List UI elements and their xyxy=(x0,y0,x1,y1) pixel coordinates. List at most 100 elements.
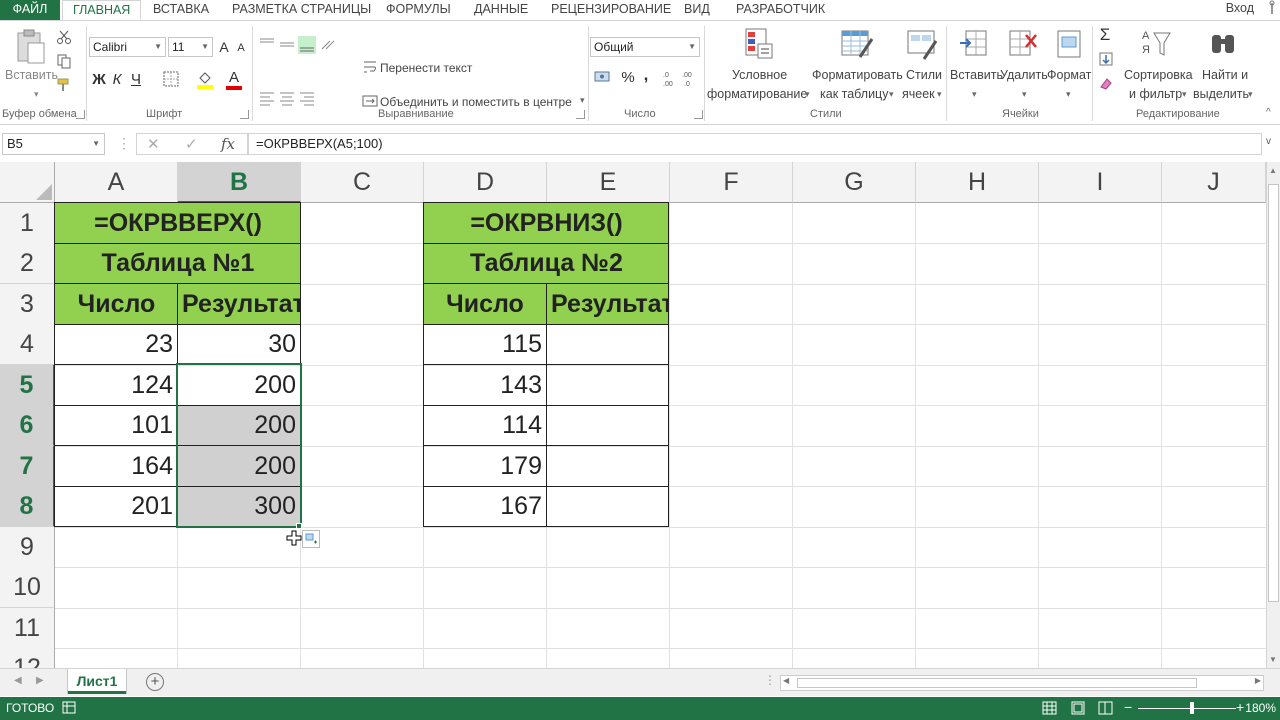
comma-button[interactable]: , xyxy=(640,65,652,85)
table2-number-cell[interactable]: 115 xyxy=(424,324,546,365)
column-header-a[interactable]: A xyxy=(55,162,178,203)
zoom-level[interactable]: 180% xyxy=(1245,701,1276,715)
autosum-icon[interactable]: Σ xyxy=(1097,25,1113,45)
conditional-format-icon[interactable] xyxy=(744,27,774,61)
font-name-combo[interactable]: Calibri ▼ xyxy=(89,37,166,57)
add-sheet-button[interactable]: + xyxy=(146,673,164,691)
font-color-button[interactable]: A xyxy=(226,67,242,87)
wrap-text-button[interactable]: Перенести текст xyxy=(380,61,472,75)
cell-styles-icon[interactable] xyxy=(906,27,938,61)
sort-filter-icon[interactable]: A Я xyxy=(1140,27,1172,61)
sheet-tab-list1[interactable]: Лист1 xyxy=(68,669,126,694)
table2-result-cell[interactable] xyxy=(547,405,669,446)
format-cells-button[interactable]: Формат xyxy=(1047,68,1091,82)
vertical-scroll-thumb[interactable] xyxy=(1268,184,1279,602)
tab-home[interactable]: ГЛАВНАЯ xyxy=(62,0,142,20)
tab-scroll-right-icon[interactable]: ▶ xyxy=(36,675,44,686)
paste-label[interactable]: Вставить xyxy=(5,68,58,82)
tab-developer[interactable]: РАЗРАБОТЧИК xyxy=(726,0,835,20)
accounting-format-icon[interactable] xyxy=(594,69,612,85)
conditional-format-line1[interactable]: Условное xyxy=(732,68,787,82)
zoom-in-icon[interactable]: + xyxy=(1236,699,1244,715)
tab-file[interactable]: ФАЙЛ xyxy=(0,0,60,20)
table1-number-cell[interactable]: 124 xyxy=(55,365,177,406)
row-header-4[interactable]: 4 xyxy=(0,324,55,365)
decimal-places-icons[interactable]: .0 .00 .00 .0 xyxy=(662,69,702,89)
row-header-3[interactable]: 3 xyxy=(0,284,55,325)
sort-filter-line2[interactable]: и фильтр xyxy=(1129,87,1182,101)
paste-icon[interactable] xyxy=(14,27,48,65)
find-select-line2[interactable]: выделить xyxy=(1193,87,1249,101)
horizontal-align-icons[interactable] xyxy=(258,91,338,107)
font-size-combo[interactable]: 11 ▼ xyxy=(168,37,213,57)
tab-page-layout[interactable]: РАЗМЕТКА СТРАНИЦЫ xyxy=(222,0,381,20)
table2-result-cell[interactable] xyxy=(547,486,669,527)
row-header-1[interactable]: 1 xyxy=(0,203,55,244)
column-header-j[interactable]: J xyxy=(1162,162,1266,203)
insert-cells-button[interactable]: Вставить xyxy=(950,68,1003,82)
delete-cells-button[interactable]: Удалить xyxy=(1000,68,1048,82)
fill-color-icon[interactable] xyxy=(196,69,216,89)
font-launcher-icon[interactable] xyxy=(240,110,249,119)
row-header-5[interactable]: 5 xyxy=(0,365,55,406)
macro-record-icon[interactable] xyxy=(62,701,78,715)
format-painter-icon[interactable] xyxy=(56,77,72,93)
format-table-line1[interactable]: Форматировать xyxy=(812,68,903,82)
tab-formulas[interactable]: ФОРМУЛЫ xyxy=(376,0,461,20)
grow-font-button[interactable]: A xyxy=(216,37,232,57)
row-header-10[interactable]: 10 xyxy=(0,567,55,608)
help-icon[interactable] xyxy=(1262,0,1280,18)
select-all-corner[interactable] xyxy=(0,162,55,203)
horizontal-scroll-thumb[interactable] xyxy=(797,678,1197,688)
borders-icon[interactable] xyxy=(162,71,180,87)
insert-cells-icon[interactable] xyxy=(958,27,988,61)
format-cells-icon[interactable] xyxy=(1054,27,1084,61)
column-header-h[interactable]: H xyxy=(916,162,1039,203)
zoom-slider-thumb[interactable] xyxy=(1190,702,1194,714)
row-header-2[interactable]: 2 xyxy=(0,243,55,284)
table1-header-number[interactable]: Число xyxy=(55,284,178,325)
row-header-7[interactable]: 7 xyxy=(0,446,55,487)
column-header-d[interactable]: D xyxy=(424,162,547,203)
delete-cells-icon[interactable] xyxy=(1008,27,1038,61)
table1-header-result[interactable]: Результат xyxy=(178,284,301,325)
table1-number-cell[interactable]: 101 xyxy=(55,405,177,446)
wrap-text-icon[interactable] xyxy=(362,59,378,75)
format-table-line2[interactable]: как таблицу xyxy=(820,87,888,101)
shrink-font-button[interactable]: A xyxy=(234,39,248,57)
vertical-scrollbar[interactable]: ▲ ▼ xyxy=(1266,162,1280,668)
formula-input[interactable]: =ОКРВВЕРХ(A5;100) xyxy=(248,133,1262,155)
table2-header-number[interactable]: Число xyxy=(424,284,546,325)
expand-formula-icon[interactable]: v xyxy=(1266,136,1271,147)
cut-icon[interactable] xyxy=(56,29,72,45)
conditional-format-line2[interactable]: форматирование xyxy=(707,87,807,101)
find-select-line1[interactable]: Найти и xyxy=(1202,68,1248,82)
table1-subtitle-cell[interactable]: Таблица №1 xyxy=(55,243,301,284)
italic-button[interactable]: К xyxy=(110,69,124,89)
scroll-right-icon[interactable]: ▶ xyxy=(1255,676,1261,685)
clear-icon[interactable] xyxy=(1098,75,1114,91)
alignment-launcher-icon[interactable] xyxy=(576,110,585,119)
column-header-i[interactable]: I xyxy=(1039,162,1162,203)
enter-icon[interactable]: ✓ xyxy=(185,135,198,153)
zoom-slider[interactable] xyxy=(1138,708,1236,709)
horizontal-scrollbar[interactable]: ◀ ▶ xyxy=(780,675,1264,691)
insert-function-icon[interactable]: fx xyxy=(221,135,235,153)
table2-number-cell[interactable]: 179 xyxy=(424,446,546,487)
copy-icon[interactable] xyxy=(56,53,72,69)
row-header-11[interactable]: 11 xyxy=(0,608,55,649)
number-format-combo[interactable]: Общий ▼ xyxy=(590,37,700,57)
table2-result-cell[interactable] xyxy=(547,324,669,365)
fill-down-icon[interactable] xyxy=(1098,51,1114,67)
cancel-icon[interactable]: ✕ xyxy=(147,135,160,153)
table2-result-cell[interactable] xyxy=(547,446,669,487)
page-break-view-icon[interactable] xyxy=(1098,701,1114,715)
row-header-12[interactable]: 12 xyxy=(0,648,55,668)
row-header-6[interactable]: 6 xyxy=(0,405,55,446)
vertical-align-icons[interactable] xyxy=(258,35,338,55)
percent-button[interactable]: % xyxy=(620,67,636,87)
column-header-c[interactable]: C xyxy=(301,162,424,203)
quick-analysis-icon[interactable] xyxy=(302,530,320,548)
zoom-out-icon[interactable]: − xyxy=(1124,699,1132,715)
row-header-8[interactable]: 8 xyxy=(0,486,55,527)
